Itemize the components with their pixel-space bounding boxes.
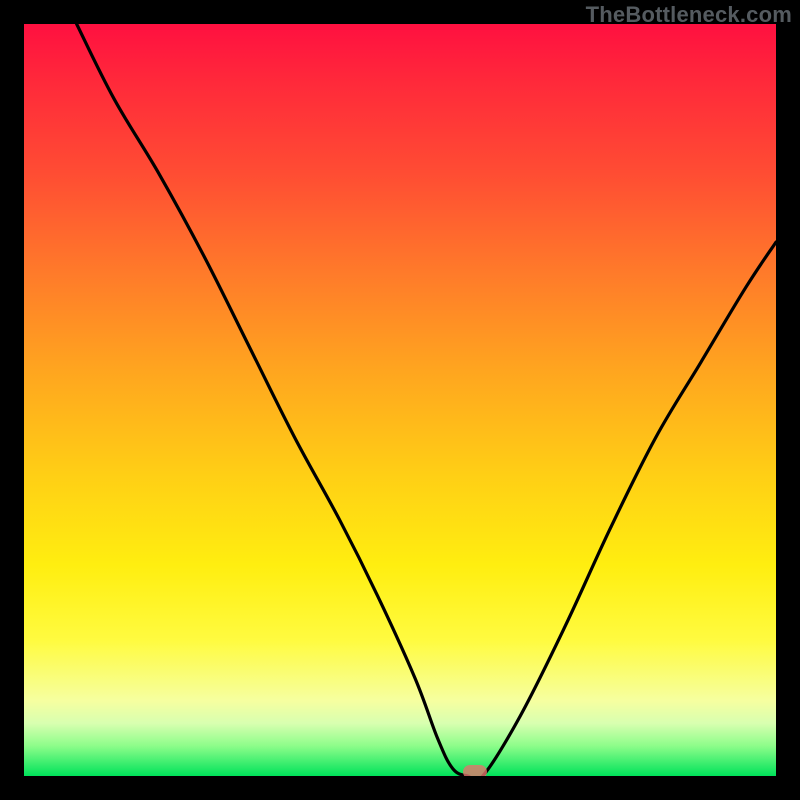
- chart-frame: TheBottleneck.com: [0, 0, 800, 800]
- optimal-marker: [463, 765, 487, 776]
- plot-area: [24, 24, 776, 776]
- bottleneck-curve: [24, 24, 776, 776]
- curve-path: [77, 24, 776, 776]
